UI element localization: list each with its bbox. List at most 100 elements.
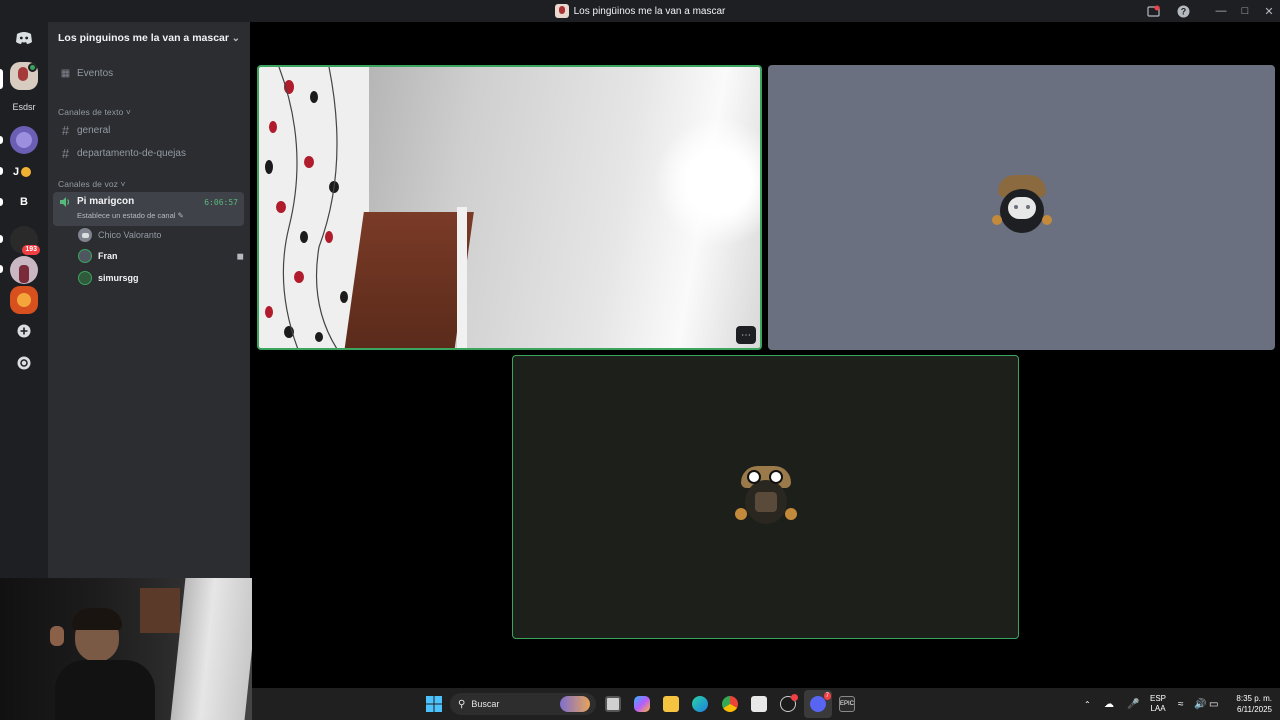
category-text-label: Canales de texto xyxy=(58,107,124,117)
events-label: Eventos xyxy=(77,67,114,79)
wall-edge xyxy=(457,207,467,348)
show-hidden-icons[interactable]: ⌃ xyxy=(1084,688,1091,720)
server-icon-pinguinos[interactable] xyxy=(10,62,38,90)
volume-icon[interactable]: 🔊 xyxy=(1194,688,1206,720)
window-title: Los pingüinos me la van a mascar xyxy=(0,0,1280,22)
clock[interactable]: 8:35 p. m. 6/11/2025 xyxy=(1226,688,1272,720)
server-icon-j[interactable]: J xyxy=(13,158,32,186)
windows-taskbar: ⚲ Buscar 7 EPIC ⌃ ☁ 🎤 ESP LAA ≈ 🔊 ▭ 8:35… xyxy=(252,688,1280,720)
inbox-icon[interactable] xyxy=(1140,0,1166,22)
chevron-down-icon: ˅ xyxy=(125,107,131,117)
channel-status-text: Establece un estado de canal xyxy=(77,211,176,220)
server-icon-badge[interactable]: 193 xyxy=(10,226,40,255)
hash-icon: # xyxy=(61,145,70,161)
category-text-channels[interactable]: Canales de texto ˅ xyxy=(58,107,131,117)
avatar-tile-chico-valoranto[interactable] xyxy=(768,65,1275,350)
events-item[interactable]: ▦ Eventos xyxy=(54,63,244,83)
avatar xyxy=(78,228,92,242)
voice-user-name: Chico Valoranto xyxy=(98,230,162,240)
pc-case xyxy=(170,578,252,720)
avatar-tile-simursgg[interactable] xyxy=(512,355,1019,639)
server-icon-person[interactable] xyxy=(10,256,38,284)
voice-user-name: simursgg xyxy=(98,273,139,283)
title-bar: Los pingüinos me la van a mascar ? — □ ✕ xyxy=(0,0,1280,22)
channel-label: general xyxy=(77,124,111,136)
discord-home-icon[interactable] xyxy=(10,24,38,52)
channel-general[interactable]: # general xyxy=(54,120,244,140)
call-timer: 6:06:57 xyxy=(204,198,238,207)
discord-taskbar-icon[interactable]: 7 xyxy=(810,692,831,712)
server-label-j: J xyxy=(13,166,20,178)
avatar xyxy=(78,249,92,263)
more-options-icon[interactable]: ⋯ xyxy=(736,326,756,344)
maximize-icon[interactable]: □ xyxy=(1232,0,1258,22)
server-icon-b[interactable]: B xyxy=(10,188,38,216)
language-indicator[interactable]: ESP LAA xyxy=(1150,688,1166,720)
explore-icon[interactable] xyxy=(10,349,38,377)
voice-user-simursgg[interactable]: simursgg xyxy=(78,268,244,288)
language-top: ESP xyxy=(1150,694,1167,703)
task-view-icon[interactable] xyxy=(605,696,621,712)
unread-indicator xyxy=(0,265,3,273)
calendar-icon: ▦ xyxy=(60,67,71,79)
window-title-text: Los pingüinos me la van a mascar xyxy=(573,5,726,17)
brick-wall xyxy=(344,212,474,348)
unread-indicator xyxy=(0,167,3,175)
voice-stage: ⋯ xyxy=(250,22,1280,688)
hash-icon: # xyxy=(61,122,70,138)
server-header[interactable]: Los pinguinos me la van a mascar ⌄ xyxy=(48,22,250,54)
webcam-overlay xyxy=(0,578,252,720)
svg-text:?: ? xyxy=(1180,6,1186,16)
taskbar-search[interactable]: ⚲ Buscar xyxy=(450,693,596,715)
server-label-b: B xyxy=(20,196,28,208)
windows-start-icon[interactable] xyxy=(426,696,442,712)
battery-icon[interactable]: ▭ xyxy=(1209,688,1218,720)
onedrive-icon[interactable]: ☁ xyxy=(1104,688,1114,720)
epic-games-icon[interactable]: EPIC xyxy=(839,696,855,712)
chrome-icon[interactable] xyxy=(722,696,738,712)
search-placeholder: Buscar xyxy=(471,699,500,709)
server-label-esdsr[interactable]: Esdsr xyxy=(0,102,48,112)
add-server-icon[interactable] xyxy=(10,317,38,345)
server-icon-purple[interactable] xyxy=(10,126,38,154)
category-voice-label: Canales de voz xyxy=(58,179,118,189)
speaker-icon xyxy=(60,197,70,207)
close-icon[interactable]: ✕ xyxy=(1256,0,1280,22)
steam-icon[interactable] xyxy=(780,694,798,712)
file-explorer-icon[interactable] xyxy=(663,696,679,712)
chevron-down-icon: ⌄ xyxy=(231,32,240,44)
category-voice-channels[interactable]: Canales de voz ˅ xyxy=(58,179,126,189)
voice-channel-pi-marigcon[interactable]: Pi marigcon 6:06:57 Establece un estado … xyxy=(53,192,244,226)
user-avatar xyxy=(990,175,1054,239)
streamer-shirt xyxy=(55,660,155,720)
search-icon: ⚲ xyxy=(458,698,466,710)
video-camera-icon: ◼ xyxy=(236,250,244,261)
voice-user-fran[interactable]: Fran ◼ xyxy=(78,246,244,266)
voice-user-chico-valoranto[interactable]: Chico Valoranto xyxy=(78,225,244,245)
server-list: Esdsr J B 193 xyxy=(0,22,48,578)
server-avatar-icon xyxy=(554,4,569,18)
edge-icon[interactable] xyxy=(692,696,708,712)
light-glare xyxy=(654,117,760,247)
store-icon[interactable] xyxy=(751,696,767,712)
search-highlight-icon xyxy=(560,696,590,712)
minimize-icon[interactable]: — xyxy=(1208,0,1234,22)
notification-badge: 7 xyxy=(823,692,831,700)
wifi-icon[interactable]: ≈ xyxy=(1178,688,1184,720)
help-icon[interactable]: ? xyxy=(1170,0,1196,22)
channel-departamento-de-quejas[interactable]: # departamento-de-quejas xyxy=(54,143,244,163)
channel-label: departamento-de-quejas xyxy=(77,147,186,159)
microphone-icon[interactable]: 🎤 xyxy=(1127,688,1139,720)
user-avatar xyxy=(733,464,799,530)
copilot-icon[interactable] xyxy=(634,696,650,712)
video-tile-fran[interactable]: ⋯ xyxy=(257,65,762,350)
streamer-hand xyxy=(50,626,64,646)
chevron-down-icon: ˅ xyxy=(120,179,126,189)
server-icon-food[interactable] xyxy=(10,286,38,314)
channel-status-prompt[interactable]: Establece un estado de canal ✎ xyxy=(77,211,184,220)
server-name: Los pinguinos me la van a mascar xyxy=(58,32,229,44)
unread-indicator xyxy=(0,235,3,243)
mention-badge: 193 xyxy=(22,245,40,255)
clock-time: 8:35 p. m. xyxy=(1236,694,1272,703)
unread-indicator xyxy=(0,198,3,206)
